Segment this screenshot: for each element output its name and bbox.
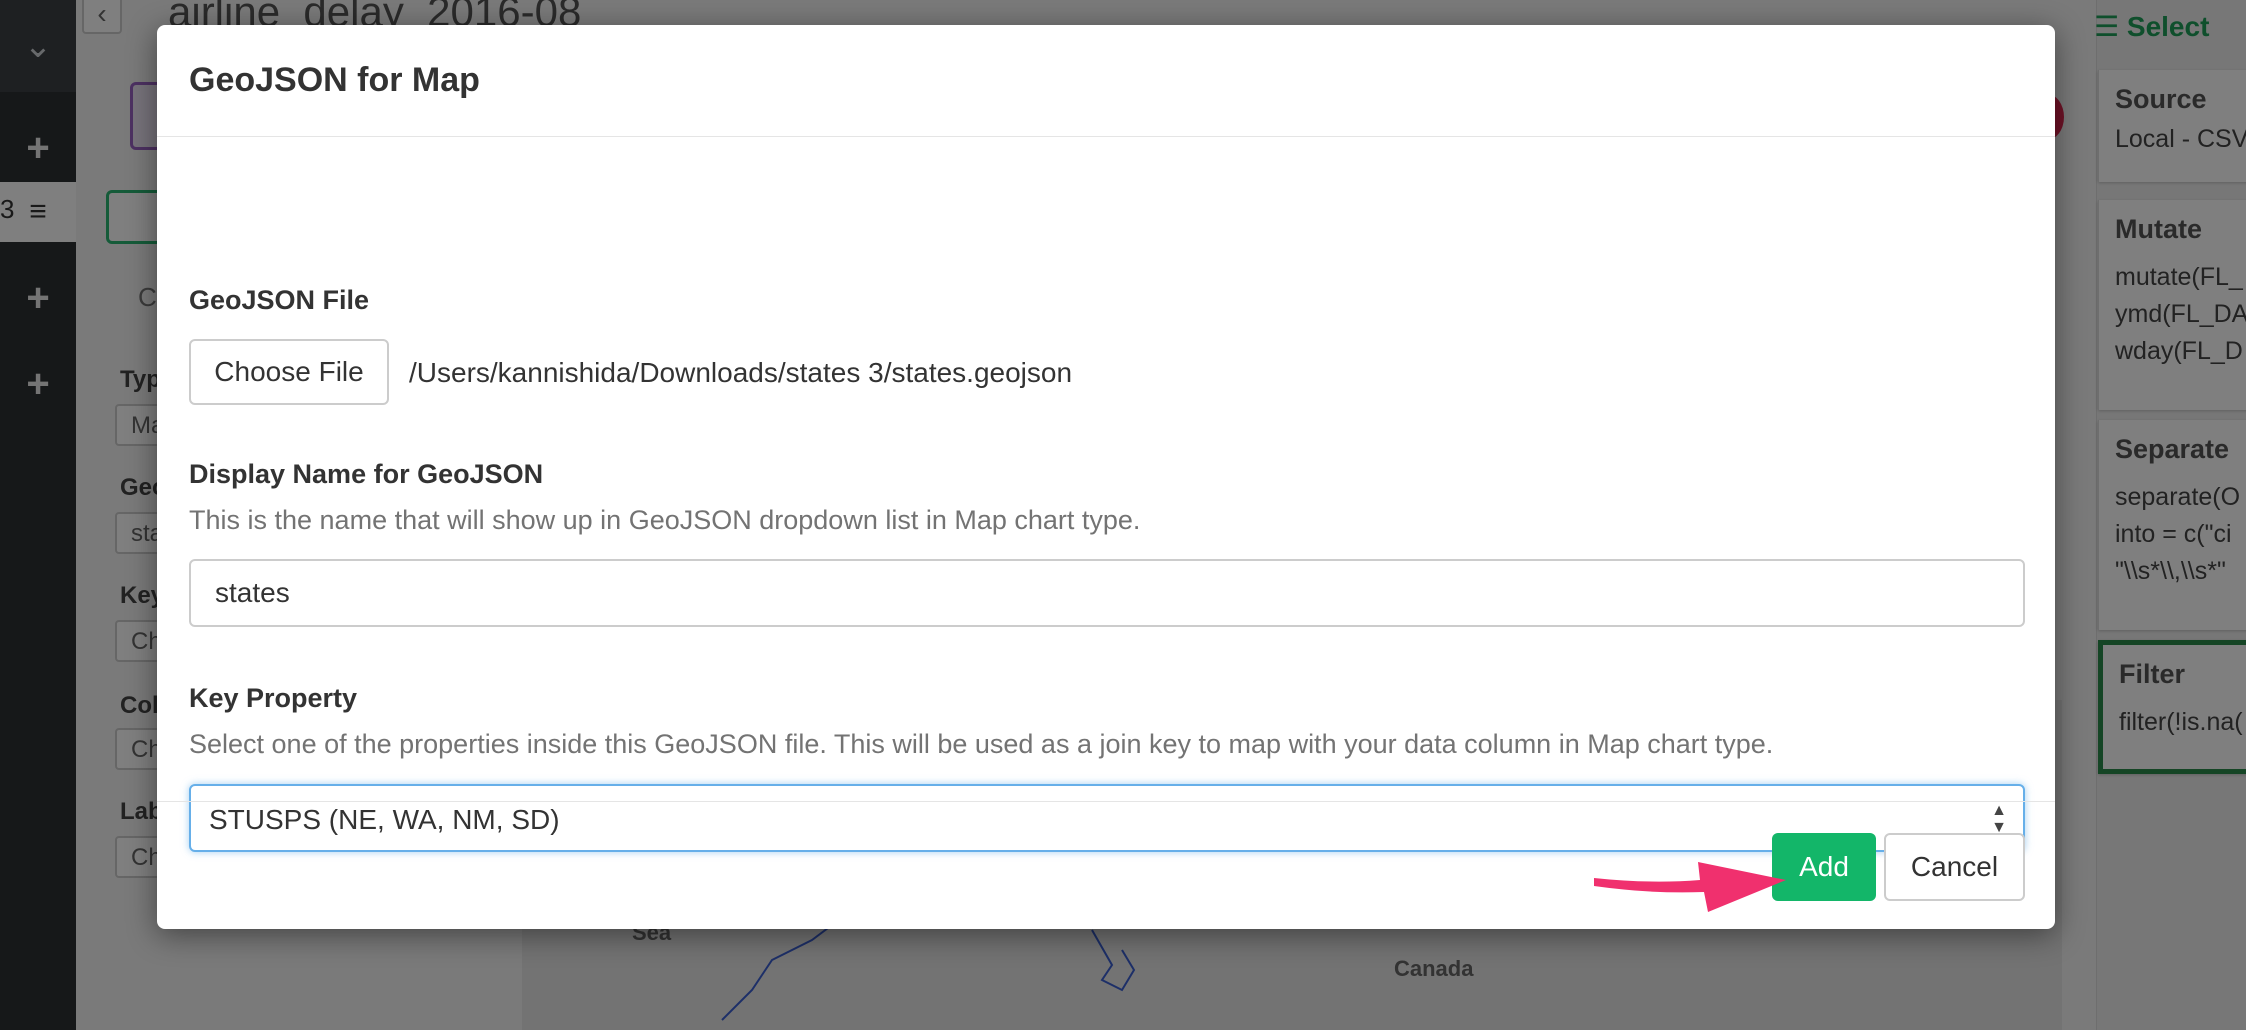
modal-title: GeoJSON for Map [189,61,480,99]
cancel-button[interactable]: Cancel [1884,833,2025,901]
modal-body: GeoJSON File Choose File /Users/kannishi… [157,137,2055,852]
display-name-help: This is the name that will show up in Ge… [189,505,1141,535]
display-name-label: Display Name for GeoJSON [189,459,544,489]
geojson-file-label: GeoJSON File [189,285,370,315]
selected-file-path: /Users/kannishida/Downloads/states 3/sta… [409,357,1073,388]
annotation-arrow-icon [1594,862,1786,912]
key-property-label: Key Property [189,683,358,713]
display-name-input[interactable] [189,559,2025,627]
key-property-help: Select one of the properties inside this… [189,729,1774,759]
choose-file-button[interactable]: Choose File [189,339,389,405]
geojson-modal: GeoJSON for Map GeoJSON File Choose File… [157,25,2055,929]
modal-header: GeoJSON for Map [157,25,2055,137]
